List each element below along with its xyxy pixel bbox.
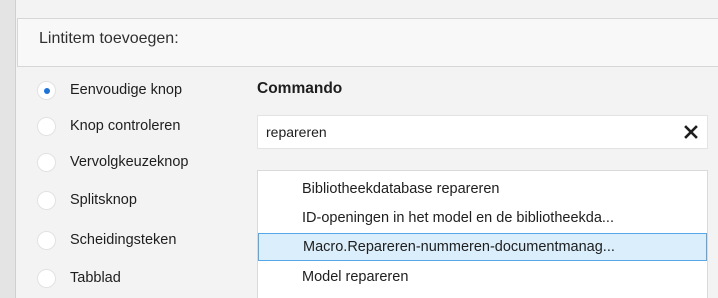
- result-item[interactable]: Model repareren: [258, 263, 707, 291]
- radio-split-button[interactable]: Splitsknop: [37, 188, 247, 212]
- radio-indicator[interactable]: [37, 152, 56, 172]
- radio-indicator[interactable]: [37, 190, 56, 210]
- command-search-box: [257, 115, 708, 149]
- radio-simple-button[interactable]: Eenvoudige knop: [37, 78, 247, 102]
- radio-label: Knop controleren: [70, 118, 181, 134]
- dialog-title: Lintitem toevoegen:: [39, 30, 179, 47]
- radio-label: Splitsknop: [70, 192, 137, 208]
- radio-tab[interactable]: Tabblad: [37, 266, 247, 290]
- radio-label: Vervolgkeuzeknop: [70, 154, 189, 170]
- radio-label: Scheidingsteken: [70, 232, 177, 248]
- radio-indicator[interactable]: [37, 116, 56, 136]
- command-search-input[interactable]: [266, 116, 666, 148]
- command-results-list: Bibliotheekdatabase repareren ID-opening…: [257, 170, 708, 298]
- radio-label: Eenvoudige knop: [70, 82, 183, 98]
- window-left-edge: [0, 0, 16, 298]
- result-item[interactable]: Bibliotheekdatabase repareren: [258, 175, 707, 203]
- result-item[interactable]: ID-openingen in het model en de biblioth…: [258, 204, 707, 232]
- result-item-selected[interactable]: Macro.Repareren-nummeren-documentmanag..…: [258, 233, 707, 261]
- radio-indicator[interactable]: [37, 268, 56, 288]
- radio-separator[interactable]: Scheidingsteken: [37, 228, 247, 252]
- radio-indicator[interactable]: [37, 230, 56, 250]
- radio-label: Tabblad: [70, 270, 121, 286]
- radio-check-button[interactable]: Knop controleren: [37, 114, 247, 138]
- close-icon[interactable]: [683, 124, 699, 140]
- command-section-title: Commando: [257, 80, 343, 97]
- radio-selected-indicator[interactable]: [37, 80, 56, 100]
- radio-dropdown-button[interactable]: Vervolgkeuzeknop: [37, 150, 247, 174]
